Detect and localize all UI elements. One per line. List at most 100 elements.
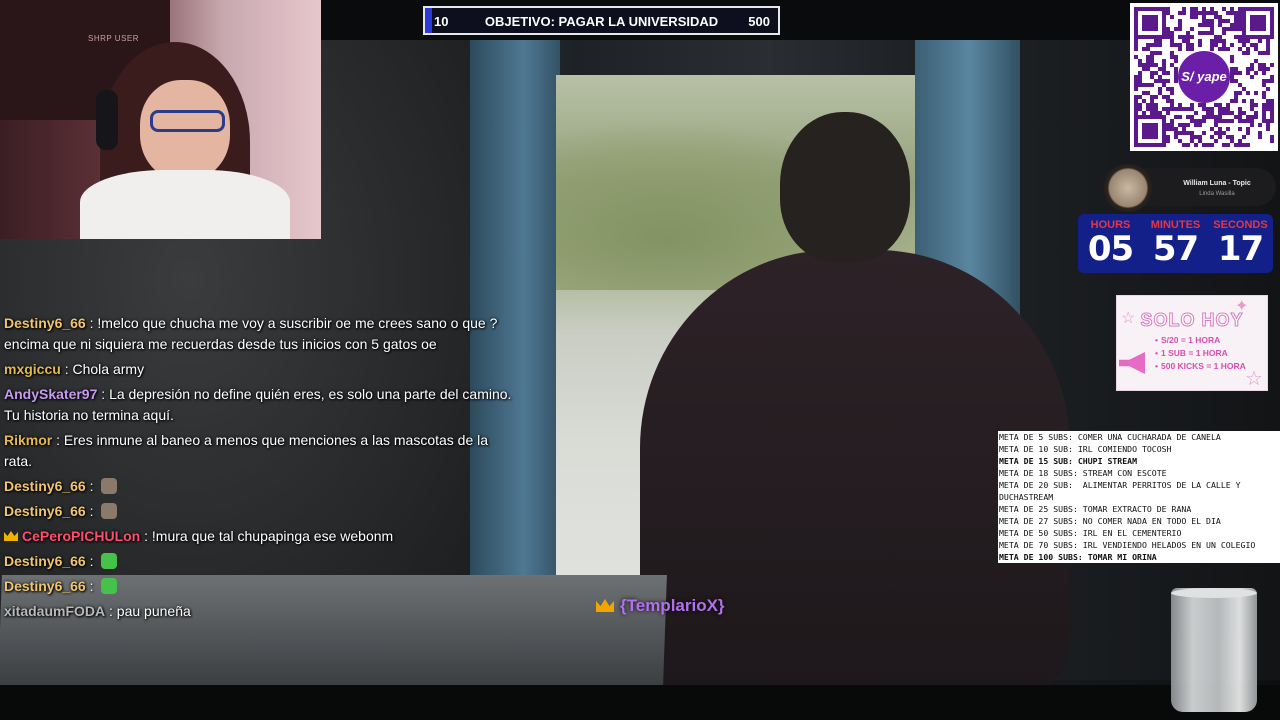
- qr-module: [1134, 111, 1138, 115]
- chat-username[interactable]: Destiny6_66: [4, 478, 86, 494]
- qr-module: [1222, 43, 1226, 47]
- qr-module: [1138, 71, 1142, 75]
- solo-hoy-promo-card: ☆ ✦ ☆ SOLO HOY S/20 = 1 HORA 1 SUB = 1 H…: [1116, 295, 1268, 391]
- qr-module: [1182, 143, 1186, 147]
- sub-goal-item: META DE 25 SUBS: TOMAR EXTRACTO DE RANA: [999, 504, 1192, 514]
- qr-module: [1202, 31, 1206, 35]
- qr-module: [1250, 107, 1254, 111]
- qr-module: [1174, 55, 1178, 59]
- qr-module: [1154, 103, 1158, 107]
- qr-module: [1198, 139, 1202, 143]
- qr-module: [1214, 115, 1218, 119]
- qr-module: [1242, 51, 1246, 55]
- qr-module: [1210, 43, 1214, 47]
- qr-module: [1190, 131, 1194, 135]
- featured-user-alert: {TemplarioX}: [596, 596, 725, 616]
- qr-module: [1158, 87, 1162, 91]
- chat-separator: :: [97, 386, 110, 402]
- chat-username[interactable]: AndySkater97: [4, 386, 97, 402]
- chat-username[interactable]: Destiny6_66: [4, 553, 86, 569]
- sub-goal-item: META DE 10 SUB: IRL COMIENDO TOCOSH: [999, 444, 1172, 454]
- qr-module: [1178, 43, 1182, 47]
- chat-separator: :: [105, 603, 117, 619]
- qr-module: [1194, 119, 1198, 123]
- qr-module: [1170, 35, 1174, 39]
- qr-module: [1226, 103, 1230, 107]
- chat-username[interactable]: Destiny6_66: [4, 503, 86, 519]
- qr-module: [1234, 27, 1238, 31]
- qr-module: [1142, 47, 1146, 51]
- qr-module: [1186, 43, 1190, 47]
- qr-module: [1226, 11, 1230, 15]
- chat-username[interactable]: Rikmor: [4, 432, 52, 448]
- qr-module: [1190, 115, 1194, 119]
- qr-module: [1258, 123, 1262, 127]
- qr-module: [1166, 87, 1170, 91]
- sub-goal-item: META DE 20 SUB: ALIMENTAR PERRITOS DE LA…: [999, 480, 1246, 502]
- qr-module: [1174, 131, 1178, 135]
- qr-module: [1250, 15, 1266, 31]
- qr-module: [1250, 99, 1254, 103]
- qr-module: [1202, 115, 1206, 119]
- qr-module: [1210, 135, 1214, 139]
- qr-module: [1166, 135, 1170, 139]
- qr-module: [1166, 111, 1170, 115]
- chat-text: Chola army: [72, 361, 145, 377]
- qr-module: [1178, 103, 1182, 107]
- qr-module: [1254, 91, 1258, 95]
- qr-module: [1170, 103, 1174, 107]
- qr-module: [1234, 115, 1238, 119]
- qr-module: [1250, 123, 1254, 127]
- qr-module: [1270, 135, 1274, 139]
- goal-progress-bar: 10 OBJETIVO: PAGAR LA UNIVERSIDAD 500: [423, 6, 780, 35]
- qr-module: [1198, 119, 1202, 123]
- qr-module: [1198, 39, 1202, 43]
- qr-module: [1250, 115, 1254, 119]
- chat-separator: :: [52, 432, 64, 448]
- qr-module: [1258, 67, 1262, 71]
- qr-module: [1206, 143, 1210, 147]
- qr-module: [1262, 91, 1266, 95]
- qr-module: [1262, 63, 1266, 67]
- chat-username[interactable]: xitadaumFODA: [4, 603, 105, 619]
- qr-module: [1234, 143, 1238, 147]
- qr-module: [1206, 19, 1210, 23]
- qr-module: [1146, 67, 1150, 71]
- chat-username[interactable]: CePeroPICHULon: [22, 528, 140, 544]
- qr-module: [1206, 11, 1210, 15]
- qr-module: [1214, 139, 1218, 143]
- qr-module: [1154, 63, 1158, 67]
- chat-message: Destiny6_66 :: [4, 476, 514, 497]
- qr-module: [1174, 27, 1178, 31]
- qr-module: [1166, 35, 1170, 39]
- hours-value: 05: [1087, 229, 1134, 269]
- qr-module: [1226, 27, 1230, 31]
- chat-username[interactable]: mxgiccu: [4, 361, 61, 377]
- qr-module: [1250, 75, 1254, 79]
- qr-module: [1158, 43, 1162, 47]
- qr-module: [1210, 107, 1214, 111]
- qr-module: [1226, 127, 1230, 131]
- qr-module: [1166, 11, 1170, 15]
- qr-module: [1230, 23, 1234, 27]
- qr-module: [1230, 75, 1234, 79]
- chat-username[interactable]: Destiny6_66: [4, 578, 86, 594]
- qr-module: [1242, 143, 1246, 147]
- qr-module: [1266, 99, 1270, 103]
- qr-module: [1226, 19, 1230, 23]
- qr-module: [1162, 79, 1166, 83]
- qr-module: [1210, 111, 1214, 115]
- chat-username[interactable]: Destiny6_66: [4, 315, 86, 331]
- qr-module: [1266, 127, 1270, 131]
- qr-module: [1194, 11, 1198, 15]
- qr-module: [1158, 79, 1162, 83]
- qr-module: [1178, 139, 1182, 143]
- qr-module: [1170, 55, 1174, 59]
- qr-module: [1162, 63, 1166, 67]
- qr-module: [1210, 11, 1214, 15]
- qr-module: [1154, 43, 1158, 47]
- qr-module: [1242, 87, 1246, 91]
- qr-module: [1186, 31, 1190, 35]
- qr-module: [1134, 75, 1138, 79]
- qr-module: [1246, 51, 1250, 55]
